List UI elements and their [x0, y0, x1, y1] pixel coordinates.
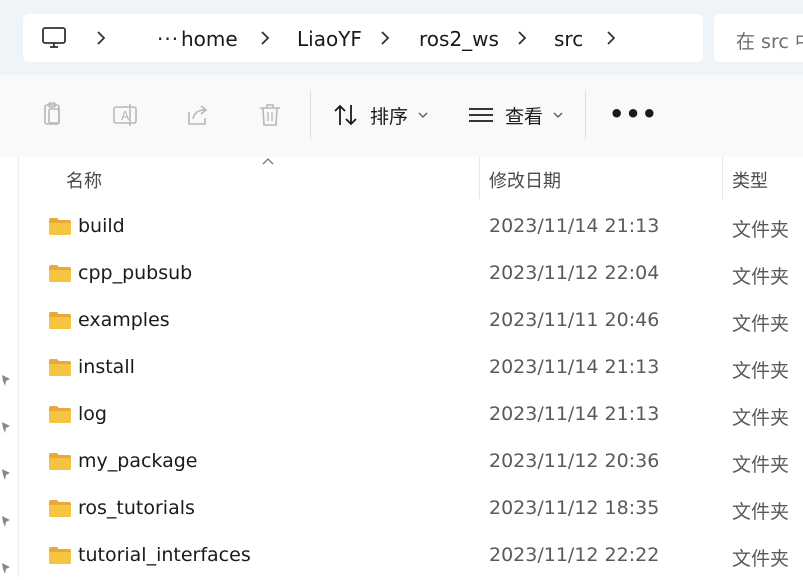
- breadcrumb-home[interactable]: home: [181, 27, 238, 51]
- view-label: 查看: [505, 105, 544, 128]
- file-row[interactable]: install 2023/11/14 21:13 文件夹: [19, 345, 803, 392]
- folder-icon: [49, 500, 71, 517]
- chevron-right-icon[interactable]: [606, 31, 616, 45]
- chevron-down-icon: [418, 112, 428, 118]
- rename-icon[interactable]: A: [110, 100, 140, 130]
- chevron-right-icon[interactable]: [96, 31, 106, 45]
- file-type: 文件夹: [732, 266, 790, 288]
- folder-icon: [49, 547, 71, 564]
- chevron-right-icon[interactable]: [380, 31, 390, 45]
- file-name: ros_tutorials: [78, 497, 195, 519]
- file-name: log: [78, 403, 107, 425]
- search-box[interactable]: 在 src 中: [714, 14, 803, 62]
- file-modified-date: 2023/11/12 20:36: [489, 450, 660, 472]
- column-header: 名称 修改日期 类型: [19, 157, 803, 199]
- file-row[interactable]: ros_tutorials 2023/11/12 18:35 文件夹: [19, 486, 803, 533]
- file-modified-date: 2023/11/14 21:13: [489, 356, 660, 378]
- file-type: 文件夹: [732, 407, 790, 429]
- pin-icon[interactable]: [0, 514, 12, 528]
- file-modified-date: 2023/11/11 20:46: [489, 309, 660, 331]
- column-divider[interactable]: [722, 157, 723, 199]
- file-row[interactable]: build 2023/11/14 21:13 文件夹: [19, 204, 803, 251]
- file-type: 文件夹: [732, 219, 790, 241]
- folder-icon: [49, 218, 71, 235]
- delete-icon[interactable]: [255, 100, 285, 130]
- file-type: 文件夹: [732, 454, 790, 476]
- file-row[interactable]: my_package 2023/11/12 20:36 文件夹: [19, 439, 803, 486]
- pin-icon[interactable]: [0, 467, 12, 481]
- breadcrumb-liaoyf[interactable]: LiaoYF: [297, 27, 362, 51]
- file-name: cpp_pubsub: [78, 262, 193, 284]
- file-type: 文件夹: [732, 501, 790, 523]
- file-name: my_package: [78, 450, 198, 472]
- file-row[interactable]: tutorial_interfaces 2023/11/12 22:22 文件夹: [19, 533, 803, 580]
- file-row[interactable]: examples 2023/11/11 20:46 文件夹: [19, 298, 803, 345]
- column-divider[interactable]: [479, 157, 480, 199]
- folder-icon: [49, 406, 71, 423]
- sort-ascending-icon: [262, 158, 274, 165]
- file-modified-date: 2023/11/12 22:04: [489, 262, 660, 284]
- address-bar[interactable]: ··· home LiaoYF ros2_ws src: [23, 14, 703, 62]
- column-type-header[interactable]: 类型: [732, 167, 768, 193]
- address-band: ··· home LiaoYF ros2_ws src 在 src 中: [0, 0, 803, 75]
- file-type: 文件夹: [732, 548, 790, 570]
- file-name: install: [78, 356, 135, 378]
- file-type: 文件夹: [732, 360, 790, 382]
- sort-button[interactable]: 排序: [332, 100, 428, 130]
- toolbar-divider: [585, 91, 586, 139]
- pin-icon[interactable]: [0, 561, 12, 575]
- file-modified-date: 2023/11/12 22:22: [489, 544, 660, 566]
- share-icon[interactable]: [183, 100, 213, 130]
- view-button[interactable]: 查看: [467, 100, 563, 130]
- file-row[interactable]: log 2023/11/14 21:13 文件夹: [19, 392, 803, 439]
- column-date-header[interactable]: 修改日期: [489, 167, 561, 193]
- navigation-pane[interactable]: [0, 157, 19, 577]
- pin-icon[interactable]: [0, 373, 12, 387]
- sort-label: 排序: [370, 105, 409, 128]
- chevron-down-icon: [553, 112, 563, 118]
- file-name: build: [78, 215, 125, 237]
- breadcrumb-ros2-ws[interactable]: ros2_ws: [419, 27, 499, 51]
- folder-icon: [49, 453, 71, 470]
- toolbar-divider: [310, 91, 311, 139]
- search-placeholder: 在 src 中: [736, 31, 803, 53]
- view-icon: [469, 108, 493, 122]
- file-modified-date: 2023/11/14 21:13: [489, 215, 660, 237]
- file-modified-date: 2023/11/12 18:35: [489, 497, 660, 519]
- sort-icon: [334, 104, 357, 126]
- column-name-header[interactable]: 名称: [66, 167, 102, 193]
- file-name: examples: [78, 309, 170, 331]
- svg-text:A: A: [121, 109, 130, 123]
- copy-icon[interactable]: [38, 100, 68, 130]
- pin-icon[interactable]: [0, 420, 12, 434]
- more-options-button[interactable]: •••: [609, 102, 658, 126]
- file-row[interactable]: cpp_pubsub 2023/11/12 22:04 文件夹: [19, 251, 803, 298]
- file-type: 文件夹: [732, 313, 790, 335]
- file-modified-date: 2023/11/14 21:13: [489, 403, 660, 425]
- breadcrumb-overflow[interactable]: ···: [157, 27, 179, 51]
- chevron-right-icon[interactable]: [260, 31, 270, 45]
- computer-icon[interactable]: [41, 26, 67, 50]
- chevron-right-icon[interactable]: [517, 31, 527, 45]
- folder-icon: [49, 359, 71, 376]
- folder-icon: [49, 312, 71, 329]
- command-bar: A 排序 查看 •••: [0, 75, 803, 158]
- folder-icon: [49, 265, 71, 282]
- file-name: tutorial_interfaces: [78, 544, 251, 566]
- breadcrumb-src[interactable]: src: [554, 27, 583, 51]
